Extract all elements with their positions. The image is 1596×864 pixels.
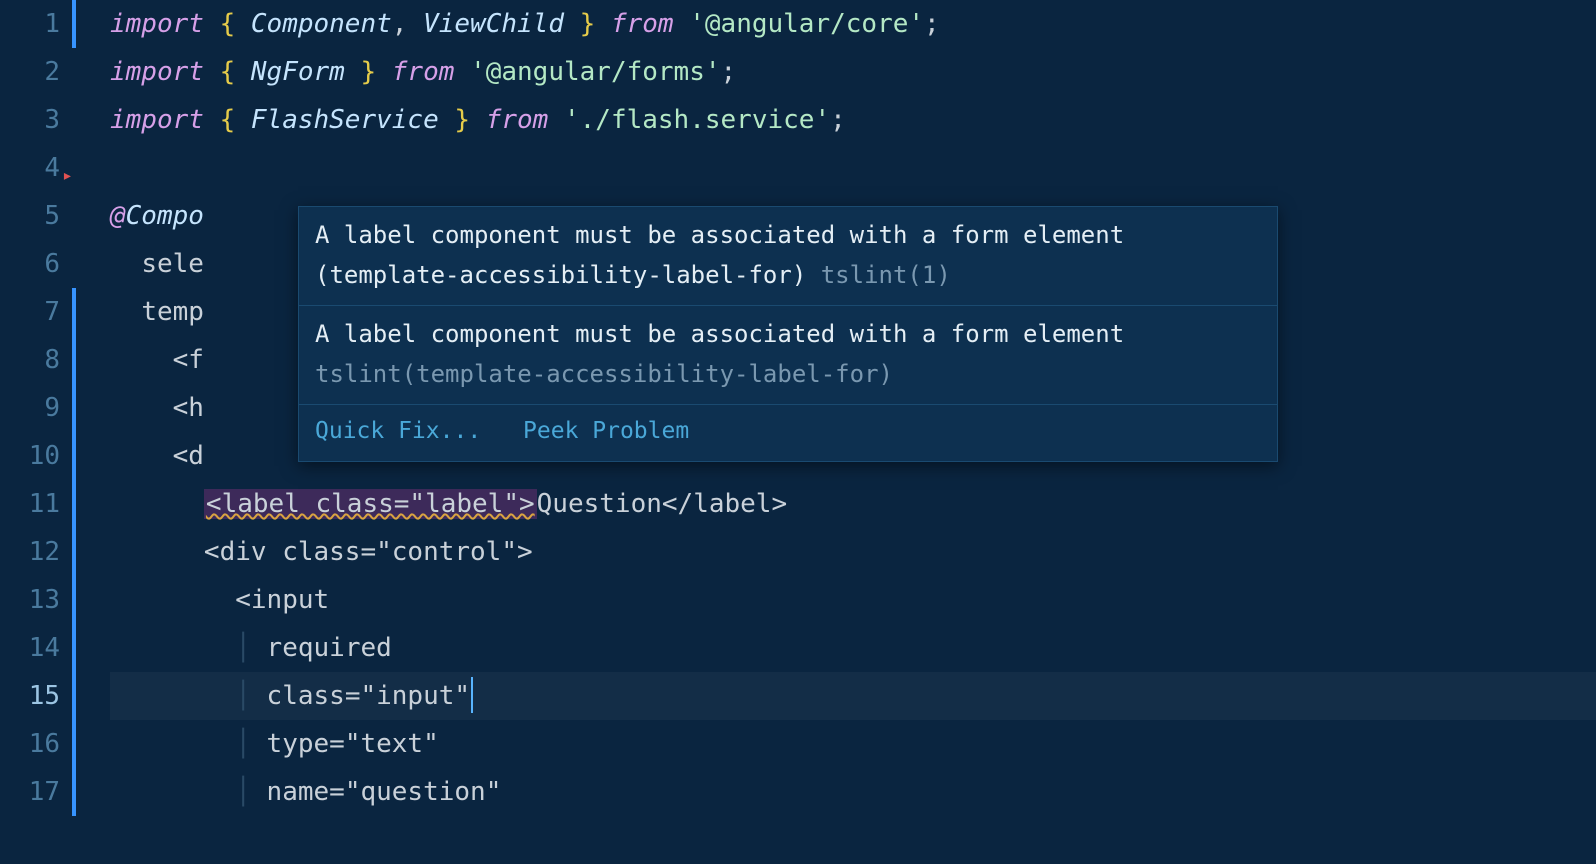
code-line-1[interactable]: import { Component, ViewChild } from '@a… xyxy=(110,0,1596,48)
line-number: 2 xyxy=(0,48,60,96)
label-text: Question xyxy=(537,489,662,519)
brace: { xyxy=(220,105,251,135)
line-number: 16 xyxy=(0,720,60,768)
string: '@angular/core' xyxy=(689,9,924,39)
decorator-at: @ xyxy=(110,201,126,231)
problem-hover-tooltip: A label component must be associated wit… xyxy=(298,206,1278,462)
keyword-import: import xyxy=(110,57,204,87)
code-line-15[interactable]: │ class="input" xyxy=(110,672,1596,720)
attr-required: required xyxy=(267,633,392,663)
change-indicator xyxy=(72,288,76,816)
line-number: 4 xyxy=(0,144,60,192)
keyword-import: import xyxy=(110,105,204,135)
keyword-from: from xyxy=(392,57,455,87)
label-tag-open: <label class="label"> xyxy=(204,489,537,519)
semicolon: ; xyxy=(924,9,940,39)
identifier: FlashService xyxy=(251,105,439,135)
div-tag: <div class="control"> xyxy=(204,537,533,567)
attr-class: class="input" xyxy=(267,681,471,711)
hover-text: A label component must be associated wit… xyxy=(315,221,1124,289)
identifier: ViewChild xyxy=(423,9,564,39)
line-number: 10 xyxy=(0,432,60,480)
line-number: 6 xyxy=(0,240,60,288)
keyword-from: from xyxy=(611,9,674,39)
line-number: 9 xyxy=(0,384,60,432)
brace: { xyxy=(220,9,251,39)
code-line-16[interactable]: │ type="text" xyxy=(110,720,1596,768)
identifier: Component xyxy=(251,9,392,39)
hover-rule: tslint(1) xyxy=(821,261,951,289)
input-tag: <input xyxy=(235,585,329,615)
keyword-import: import xyxy=(110,9,204,39)
text-cursor xyxy=(471,677,473,713)
attr-type: type="text" xyxy=(267,729,439,759)
line-number: 8 xyxy=(0,336,60,384)
string: '@angular/forms' xyxy=(470,57,720,87)
line-number: 14 xyxy=(0,624,60,672)
code-fragment: temp xyxy=(141,297,204,327)
semicolon: ; xyxy=(721,57,737,87)
code-fragment: <f xyxy=(173,345,204,375)
brace: } xyxy=(345,57,376,87)
line-number: 3 xyxy=(0,96,60,144)
fold-marker-icon[interactable]: ▸ xyxy=(62,152,73,200)
change-indicator xyxy=(72,0,76,48)
line-gutter: ▸ 1 2 3 4 5 6 7 8 9 10 11 12 13 14 15 16… xyxy=(0,0,78,864)
hover-message-1: A label component must be associated wit… xyxy=(299,207,1277,306)
code-fragment: sele xyxy=(141,249,204,279)
line-number: 13 xyxy=(0,576,60,624)
code-line-11[interactable]: <label class="label">Question</label> xyxy=(110,480,1596,528)
line-number: 17 xyxy=(0,768,60,816)
attr-name: name="question" xyxy=(267,777,502,807)
code-line-3[interactable]: import { FlashService } from './flash.se… xyxy=(110,96,1596,144)
hover-text: A label component must be associated wit… xyxy=(315,320,1124,348)
line-number: 1 xyxy=(0,0,60,48)
code-line-17[interactable]: │ name="question" xyxy=(110,768,1596,816)
semicolon: ; xyxy=(830,105,846,135)
code-line-14[interactable]: │ required xyxy=(110,624,1596,672)
peek-problem-link[interactable]: Peek Problem xyxy=(523,418,689,444)
hover-rule: tslint(template-accessibility-label-for) xyxy=(315,360,893,388)
code-line-4[interactable] xyxy=(110,144,1596,192)
hover-actions: Quick Fix... Peek Problem xyxy=(299,405,1277,461)
code-line-12[interactable]: <div class="control"> xyxy=(110,528,1596,576)
code-line-2[interactable]: import { NgForm } from '@angular/forms'; xyxy=(110,48,1596,96)
line-number: 11 xyxy=(0,480,60,528)
code-editor[interactable]: ▸ 1 2 3 4 5 6 7 8 9 10 11 12 13 14 15 16… xyxy=(0,0,1596,864)
keyword-from: from xyxy=(486,105,549,135)
line-number: 12 xyxy=(0,528,60,576)
quick-fix-link[interactable]: Quick Fix... xyxy=(315,418,481,444)
code-fragment: <d xyxy=(173,441,204,471)
brace: { xyxy=(220,57,251,87)
line-number: 5 xyxy=(0,192,60,240)
separator: , xyxy=(392,9,423,39)
code-line-13[interactable]: <input xyxy=(110,576,1596,624)
label-tag-close: </label> xyxy=(662,489,787,519)
brace: } xyxy=(564,9,595,39)
code-area[interactable]: import { Component, ViewChild } from '@a… xyxy=(78,0,1596,864)
code-fragment: <h xyxy=(173,393,204,423)
brace: } xyxy=(439,105,470,135)
identifier: NgForm xyxy=(251,57,345,87)
string: './flash.service' xyxy=(564,105,830,135)
line-number: 15 xyxy=(0,672,60,720)
hover-message-2: A label component must be associated wit… xyxy=(299,306,1277,405)
line-number: 7 xyxy=(0,288,60,336)
decorator-name: Compo xyxy=(126,201,204,231)
